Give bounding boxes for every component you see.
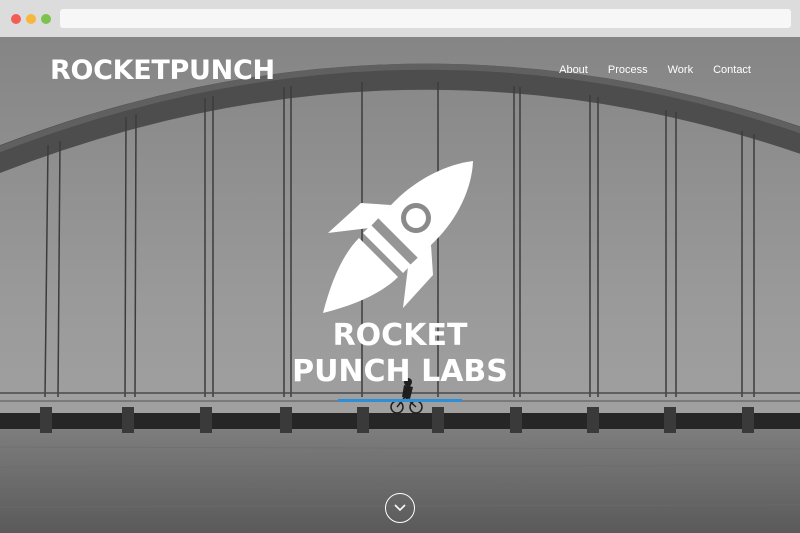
hero-section: ROCKETPUNCH About Process Work Contact R…: [0, 37, 800, 533]
maximize-window-button[interactable]: [41, 14, 51, 24]
brand-logo-text[interactable]: ROCKETPUNCH: [50, 55, 275, 86]
hero-title-line-2: PUNCH LABS: [292, 354, 508, 389]
close-window-button[interactable]: [11, 14, 21, 24]
nav-link-contact[interactable]: Contact: [713, 64, 751, 76]
chevron-down-icon: [394, 504, 406, 512]
main-nav: About Process Work Contact: [559, 64, 751, 76]
nav-link-process[interactable]: Process: [608, 64, 648, 76]
address-bar[interactable]: [60, 9, 791, 28]
browser-chrome: [0, 0, 800, 37]
minimize-window-button[interactable]: [26, 14, 36, 24]
title-accent-underline: [338, 399, 462, 402]
hero-title-line-1: ROCKET: [332, 318, 468, 353]
nav-link-work[interactable]: Work: [668, 64, 693, 76]
scroll-down-button[interactable]: [385, 493, 415, 523]
rocket-icon: [323, 161, 473, 313]
nav-link-about[interactable]: About: [559, 64, 588, 76]
